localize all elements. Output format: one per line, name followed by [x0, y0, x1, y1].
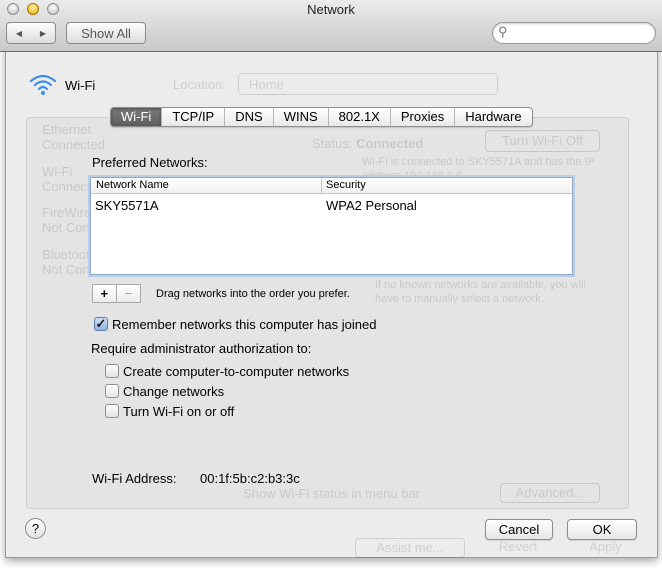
help-button[interactable]: ? — [25, 518, 46, 539]
wifi-address-label: Wi-Fi Address: — [92, 471, 177, 486]
show-all-button[interactable]: Show All — [66, 22, 146, 44]
tab-wins[interactable]: WINS — [272, 108, 328, 126]
window-title: Network — [307, 2, 355, 17]
apply-button: Apply — [589, 539, 622, 554]
service-name: Ethernet — [42, 122, 92, 137]
tab-hardware[interactable]: Hardware — [454, 108, 531, 126]
tab-bar: Wi-Fi TCP/IP DNS WINS 802.1X Proxies Har… — [110, 107, 533, 127]
turn-wifi-label[interactable]: Turn Wi-Fi on or off — [123, 404, 234, 419]
remember-networks-checkbox[interactable]: ✓ — [94, 317, 108, 331]
turn-wifi-off-button: Turn Wi-Fi Off — [485, 130, 600, 152]
column-security[interactable]: Security — [326, 179, 366, 191]
back-icon[interactable]: ◀ — [16, 29, 22, 38]
tab-tcpip[interactable]: TCP/IP — [161, 108, 224, 126]
revert-button: Revert — [498, 539, 538, 554]
preferred-networks-table[interactable]: Network Name Security SKY5571A WPA2 Pers… — [90, 177, 573, 275]
change-networks-label[interactable]: Change networks — [123, 384, 224, 399]
change-networks-checkbox[interactable] — [105, 384, 119, 398]
add-remove-control: + − — [92, 284, 141, 303]
advanced-button: Advanced... — [500, 483, 600, 503]
ok-button[interactable]: OK — [567, 519, 637, 540]
add-network-button[interactable]: + — [93, 285, 117, 302]
tab-proxies[interactable]: Proxies — [389, 108, 454, 126]
status-value: Connected — [356, 136, 424, 151]
table-header: Network Name Security — [91, 178, 572, 194]
remember-networks-label[interactable]: Remember networks this computer has join… — [112, 317, 376, 332]
assist-button: Assist me... — [355, 538, 465, 558]
status-label: Status: — [312, 136, 353, 151]
forward-icon[interactable]: ▶ — [40, 29, 46, 38]
remove-network-button[interactable]: − — [117, 285, 140, 302]
tab-wifi[interactable]: Wi-Fi — [111, 108, 162, 126]
back-forward-control[interactable]: ◀ ▶ — [6, 22, 56, 44]
location-value: Home — [249, 77, 284, 92]
service-status: Connected — [42, 137, 105, 152]
service-title: Wi-Fi — [65, 78, 96, 93]
network-name: SKY5571A — [95, 198, 159, 213]
drag-hint: Drag networks into the order you prefer. — [156, 288, 350, 300]
title-bar: Network ◀ ▶ Show All ⚲ — [0, 0, 662, 52]
require-admin-label: Require administrator authorization to: — [91, 341, 312, 356]
tab-dns[interactable]: DNS — [224, 108, 272, 126]
column-network-name[interactable]: Network Name — [96, 179, 169, 191]
service-ethernet: Ethernet Connected — [42, 122, 105, 152]
search-input[interactable]: ⚲ — [492, 22, 656, 44]
table-row[interactable]: SKY5571A WPA2 Personal — [91, 195, 572, 215]
auto-join-text: If no known networks are available, you … — [375, 279, 586, 305]
tab-8021x[interactable]: 802.1X — [327, 108, 390, 126]
preferred-networks-label: Preferred Networks: — [92, 155, 208, 170]
wifi-address-value: 00:1f:5b:c2:b3:3c — [200, 471, 300, 486]
create-c2c-checkbox[interactable] — [105, 364, 119, 378]
network-security: WPA2 Personal — [326, 198, 417, 213]
create-c2c-label[interactable]: Create computer-to-computer networks — [123, 364, 349, 379]
show-status-checkbox: Show Wi-Fi status in menu bar — [243, 486, 421, 501]
checkmark-icon: ✓ — [95, 316, 107, 331]
wifi-icon — [28, 72, 58, 101]
location-select: Home — [238, 73, 498, 95]
location-label: Location: — [173, 77, 226, 92]
search-icon: ⚲ — [498, 24, 508, 39]
status-row: Status: Connected — [312, 136, 423, 151]
turn-wifi-checkbox[interactable] — [105, 404, 119, 418]
cancel-button[interactable]: Cancel — [485, 519, 553, 540]
